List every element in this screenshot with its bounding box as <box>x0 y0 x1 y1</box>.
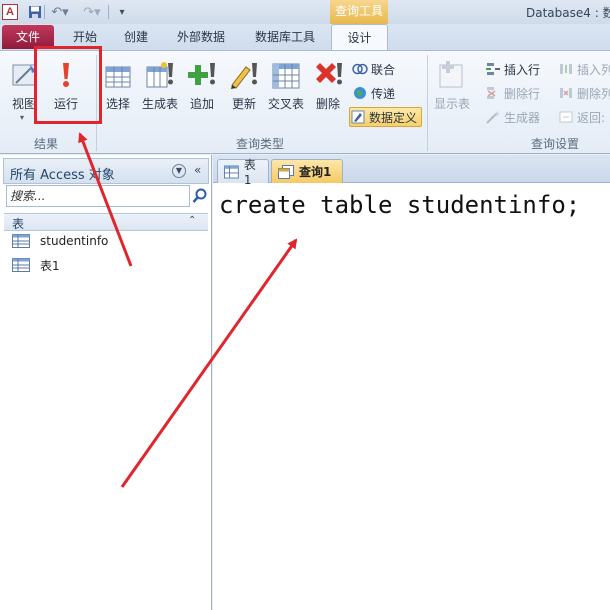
return-selector[interactable]: 返回: <box>558 107 605 127</box>
data-definition-button[interactable]: 数据定义 <box>349 107 423 127</box>
nav-item-label: 表1 <box>40 258 60 273</box>
nav-search-input[interactable] <box>7 186 189 206</box>
delete-rows-label: 删除行 <box>504 86 541 101</box>
nav-group-title: 表 <box>12 217 25 231</box>
show-table-label: 显示表 <box>433 97 470 111</box>
make-table-icon <box>146 62 173 88</box>
insert-rows-label: 插入行 <box>504 62 541 77</box>
tab-design[interactable]: 设计 <box>331 24 388 51</box>
query-type-group-label: 查询类型 <box>235 137 284 151</box>
customize-qat-icon[interactable]: ▾ <box>116 3 128 21</box>
nav-collapse-icon[interactable]: « <box>194 163 201 177</box>
tab-create[interactable]: 创建 <box>112 24 160 50</box>
insert-rows-icon <box>485 61 501 77</box>
table-icon <box>12 234 30 248</box>
nav-item-table1[interactable]: 表1 <box>12 255 60 275</box>
show-table-icon <box>439 61 463 88</box>
document-tab-bar: 表1 查询1 <box>213 155 610 187</box>
tab-external-data[interactable]: 外部数据 <box>166 24 236 50</box>
pass-through-button[interactable]: 传递 <box>352 83 395 103</box>
delete-rows-icon <box>485 85 501 101</box>
append-plus-icon <box>188 63 215 85</box>
title-bar: A ↶▾ ↷▾ ▾ 查询工具 Database4 : 数 <box>0 0 610 24</box>
search-icon[interactable] <box>192 187 208 205</box>
builder-button[interactable]: 生成器 <box>485 107 540 127</box>
delete-columns-label: 删除列 <box>577 86 610 101</box>
union-label: 联合 <box>371 62 396 77</box>
union-button[interactable]: 联合 <box>352 59 395 79</box>
make-table-button[interactable]: 生成表 <box>138 57 182 127</box>
window-title: Database4 : 数 <box>526 6 610 20</box>
view-dropdown-icon: ▾ <box>20 113 25 122</box>
pass-through-label: 传递 <box>371 86 396 101</box>
table-icon <box>12 258 30 272</box>
sql-editor[interactable]: create table studentinfo; <box>219 191 580 219</box>
nav-pane-header[interactable]: 所有 Access 对象 ▼ « <box>3 158 209 184</box>
select-query-button[interactable]: 选择 <box>96 57 140 127</box>
delete-rows-button[interactable]: 删除行 <box>485 83 540 103</box>
return-icon <box>558 109 574 125</box>
globe-icon <box>352 85 368 101</box>
nav-item-studentinfo[interactable]: studentinfo <box>12 231 108 251</box>
select-query-icon <box>105 66 131 88</box>
nav-menu-dropdown-icon[interactable]: ▼ <box>172 164 186 178</box>
show-table-button[interactable]: 显示表 <box>430 57 474 127</box>
tab-database-tools[interactable]: 数据库工具 <box>244 24 326 50</box>
nav-pane-title: 所有 Access 对象 <box>10 168 115 183</box>
delete-x-icon <box>316 63 342 85</box>
update-button[interactable]: 更新 <box>222 57 266 127</box>
delete-columns-icon <box>558 85 574 101</box>
union-icon <box>352 61 368 77</box>
builder-label: 生成器 <box>504 110 541 125</box>
doc-tab-label: 查询1 <box>299 165 332 179</box>
save-icon[interactable] <box>28 3 42 21</box>
query-icon <box>278 164 294 179</box>
doc-tab-table1[interactable]: 表1 <box>217 158 269 187</box>
qat-separator <box>108 5 109 19</box>
return-label: 返回: <box>577 110 606 125</box>
builder-wand-icon <box>485 109 501 125</box>
insert-columns-icon <box>558 61 574 77</box>
crosstab-icon <box>272 63 300 89</box>
data-definition-icon <box>350 109 366 125</box>
qat-separator <box>44 5 45 19</box>
delete-label: 删除 <box>315 97 340 111</box>
crosstab-button[interactable]: 交叉表 <box>264 57 308 127</box>
data-definition-label: 数据定义 <box>369 110 418 125</box>
delete-columns-button[interactable]: 删除列 <box>558 83 610 103</box>
insert-columns-button[interactable]: 插入列 <box>558 59 610 79</box>
results-group-label: 结果 <box>33 137 58 151</box>
doc-tab-label: 表1 <box>243 158 256 187</box>
insert-columns-label: 插入列 <box>577 62 610 77</box>
append-button[interactable]: 追加 <box>180 57 224 127</box>
document-area: 表1 查询1 create table studentinfo; <box>213 155 610 610</box>
navigation-pane: 所有 Access 对象 ▼ « 表 ⌃ studentinfo 表1 <box>0 155 212 610</box>
delete-query-button[interactable]: 删除 <box>306 57 350 127</box>
query-tools-context-header: 查询工具 <box>330 0 388 24</box>
update-pencil-icon <box>231 63 257 89</box>
nav-group-header-tables[interactable]: 表 ⌃ <box>4 213 208 231</box>
table-icon <box>224 165 239 178</box>
access-logo-icon[interactable]: A <box>2 4 18 20</box>
query-setup-group-label: 查询设置 <box>530 137 579 151</box>
nav-item-label: studentinfo <box>40 234 109 248</box>
insert-rows-button[interactable]: 插入行 <box>485 59 540 79</box>
undo-icon[interactable]: ↶▾ <box>50 3 70 21</box>
redo-icon[interactable]: ↷▾ <box>82 3 102 21</box>
doc-tab-query1[interactable]: 查询1 <box>271 159 343 183</box>
chevron-up-icon[interactable]: ⌃ <box>188 215 196 226</box>
nav-search-box <box>6 185 190 207</box>
run-button-highlight-box <box>34 46 102 124</box>
